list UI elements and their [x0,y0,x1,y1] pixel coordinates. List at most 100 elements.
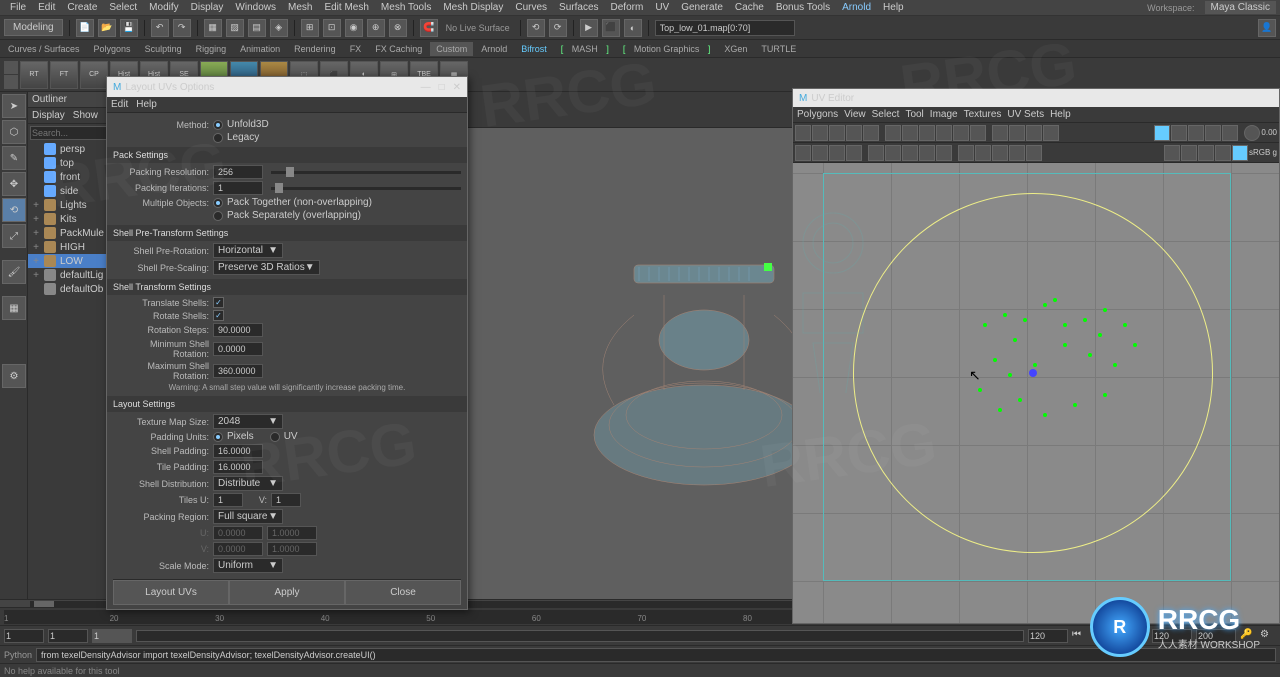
shelf-tab-sculpting[interactable]: Sculpting [139,42,188,56]
max-field[interactable]: 360.0000 [213,364,263,378]
uv-select[interactable]: Select [872,109,900,120]
brush-tool-icon[interactable]: 🖌 [2,260,26,284]
uv-icon[interactable] [936,125,952,141]
uv-point[interactable] [1033,363,1037,367]
mapsize-dropdown[interactable]: 2048▼ [213,414,283,429]
menu-bonustools[interactable]: Bonus Tools [770,2,836,13]
uv-icon[interactable] [863,125,879,141]
uv-icon[interactable] [902,125,918,141]
menu-surfaces[interactable]: Surfaces [553,2,604,13]
snap3-icon[interactable]: ◉ [345,19,363,37]
layout-section[interactable]: Layout Settings [107,396,467,412]
outliner-show[interactable]: Show [73,110,98,121]
menu-uv[interactable]: UV [649,2,675,13]
region-dropdown[interactable]: Full square▼ [213,509,283,524]
min-field[interactable]: 0.0000 [213,342,263,356]
snap4-icon[interactable]: ⊕ [367,19,385,37]
method-legacy-radio[interactable] [213,133,223,143]
shelf-icon-rt[interactable]: RT [20,61,48,89]
menu-meshdisplay[interactable]: Mesh Display [437,2,509,13]
uv-icon[interactable] [1222,125,1238,141]
playback-icon[interactable]: ⏮ [1072,629,1088,643]
menu-display[interactable]: Display [185,2,230,13]
undo-icon[interactable]: ↶ [151,19,169,37]
shelf-tab-rendering[interactable]: Rendering [288,42,342,56]
menu-create[interactable]: Create [61,2,103,13]
uv-icon[interactable] [953,125,969,141]
pack-together-radio[interactable] [213,198,223,208]
uv-point[interactable] [978,388,982,392]
uv-icon[interactable] [885,145,901,161]
pack-section[interactable]: Pack Settings [107,147,467,163]
uv-point[interactable] [1018,398,1022,402]
uv-point[interactable] [1073,403,1077,407]
uv-point[interactable] [1098,333,1102,337]
uv-point[interactable] [1023,318,1027,322]
uv-icon[interactable] [975,145,991,161]
login-icon[interactable]: 👤 [1258,19,1276,37]
uv-icon[interactable] [1026,145,1042,161]
cmd-lang-label[interactable]: Python [4,650,32,660]
uv-point[interactable] [1103,308,1107,312]
uv-icon[interactable] [812,125,828,141]
pack-separate-radio[interactable] [213,211,223,221]
uv-manipulator-center[interactable] [1029,369,1037,377]
new-icon[interactable]: 📄 [76,19,94,37]
shelf-tab-mash[interactable]: [ MASH ] [555,42,615,56]
sel-icon[interactable]: ▦ [204,19,222,37]
scale-tool-icon[interactable]: ⤢ [2,224,26,248]
shelf-tab-arnold[interactable]: Arnold [475,42,513,56]
uv-icon[interactable] [992,145,1008,161]
menu-deform[interactable]: Deform [605,2,650,13]
redo-icon[interactable]: ↷ [173,19,191,37]
uv-icon[interactable] [1171,125,1187,141]
snap2-icon[interactable]: ⊡ [323,19,341,37]
menu-meshtools[interactable]: Mesh Tools [375,2,437,13]
uv-canvas[interactable]: ↖ [793,163,1279,623]
shelf-tab-fxcaching[interactable]: FX Caching [369,42,428,56]
uv-point[interactable] [1083,318,1087,322]
shelf-tab-polygons[interactable]: Polygons [88,42,137,56]
uv-icon[interactable] [1043,125,1059,141]
uv-icon[interactable] [885,125,901,141]
pack-res-slider[interactable] [271,171,461,174]
uv-cs-icon[interactable] [1232,145,1248,161]
render2-icon[interactable]: ⬛ [602,19,620,37]
uv-point[interactable] [1043,303,1047,307]
range-end-field[interactable] [1028,629,1068,643]
uv-point[interactable] [1133,343,1137,347]
render-icon[interactable]: ▶ [580,19,598,37]
uv-icon[interactable] [919,125,935,141]
uv-icon[interactable] [795,125,811,141]
uv-point[interactable] [1088,353,1092,357]
uv-icon[interactable] [795,145,811,161]
uv-point[interactable] [1113,363,1117,367]
sel3-icon[interactable]: ▤ [248,19,266,37]
current-frame-field[interactable] [92,629,132,643]
uv-polygons[interactable]: Polygons [797,109,838,120]
uv-icon[interactable] [902,145,918,161]
anim-icon[interactable]: ⚙ [1260,629,1276,643]
uv-icon[interactable] [1026,125,1042,141]
layout-tool-icon[interactable]: ▦ [2,296,26,320]
steps-field[interactable]: 90.0000 [213,323,263,337]
sel4-icon[interactable]: ◈ [270,19,288,37]
maximize-icon[interactable]: □ [439,82,445,93]
rotate-tool-icon[interactable]: ⟲ [2,198,26,222]
uv-icon[interactable] [1164,145,1180,161]
outliner-display[interactable]: Display [32,110,65,121]
uv-icon[interactable] [846,125,862,141]
uv-point[interactable] [1063,323,1067,327]
uv-icon[interactable] [868,145,884,161]
pack-res-field[interactable]: 256 [213,165,263,179]
uv-point[interactable] [1003,313,1007,317]
uv-icon[interactable] [1154,125,1170,141]
shelf-icon-ft[interactable]: FT [50,61,78,89]
uv-point[interactable] [1103,393,1107,397]
hist1-icon[interactable]: ⟲ [527,19,545,37]
dialog-edit[interactable]: Edit [111,99,128,110]
uv-uvsets[interactable]: UV Sets [1007,109,1044,120]
tilesv-field[interactable]: 1 [271,493,301,507]
close-button[interactable]: Close [345,580,461,605]
uv-point[interactable] [1063,343,1067,347]
